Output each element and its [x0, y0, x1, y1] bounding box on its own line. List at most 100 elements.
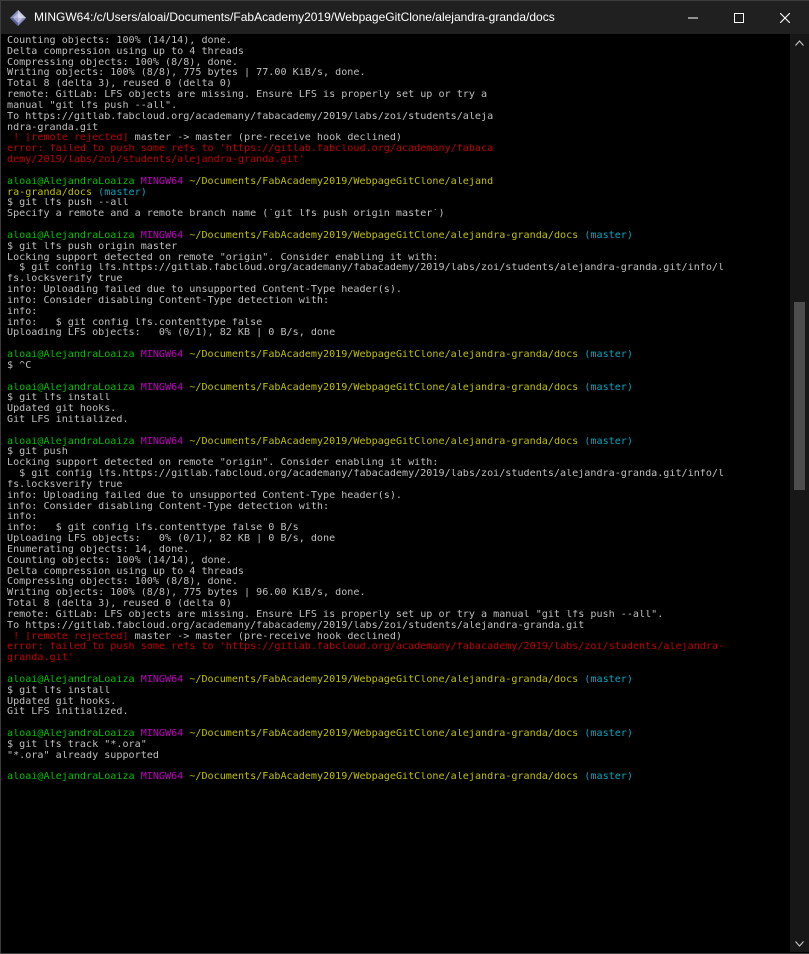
terminal-text: info: Consider disabling Content-Type de…	[7, 295, 330, 306]
terminal-line: aloai@AlejandraLoaiza MINGW64 ~/Document…	[7, 675, 790, 686]
terminal-text: ~/Documents/FabAcademy2019/WebpageGitClo…	[189, 230, 579, 241]
terminal-line: aloai@AlejandraLoaiza MINGW64 ~/Document…	[7, 437, 790, 448]
terminal-line: Delta compression using up to 4 threads	[7, 567, 790, 578]
terminal-line: Git LFS initialized.	[7, 707, 790, 718]
terminal-text: Uploading LFS objects: 0% (0/1), 82 KB |…	[7, 534, 336, 545]
scrollbar-thumb[interactable]	[794, 301, 805, 490]
vertical-scrollbar[interactable]	[790, 34, 809, 952]
terminal-text: info: Consider disabling Content-Type de…	[7, 501, 330, 512]
terminal-text: "*.ora" already supported	[7, 750, 159, 761]
terminal-text: aloai@AlejandraLoaiza	[7, 674, 141, 685]
terminal-line: Counting objects: 100% (14/14), done.	[7, 36, 790, 47]
terminal-text: (master)	[578, 729, 633, 739]
terminal-text: manual "git lfs push --all".	[7, 100, 178, 111]
terminal-line: ! [remote rejected] master -> master (pr…	[7, 133, 790, 144]
terminal-text: Delta compression using up to 4 threads	[7, 46, 245, 57]
terminal-text: Updated git hooks.	[7, 404, 117, 415]
close-icon	[780, 12, 790, 23]
minimize-icon	[688, 17, 698, 18]
terminal-text: aloai@AlejandraLoaiza	[7, 176, 141, 187]
terminal-text: ra-granda/docs	[7, 187, 93, 198]
terminal-text: ~/Documents/FabAcademy2019/WebpageGitClo…	[189, 176, 494, 187]
terminal-line: Locking support detected on remote "orig…	[7, 458, 790, 469]
terminal-line: granda.git'	[7, 653, 790, 664]
terminal-line: Delta compression using up to 4 threads	[7, 47, 790, 58]
terminal-text: To https://gitlab.fabcloud.org/academany…	[7, 111, 494, 122]
terminal-line: Updated git hooks.	[7, 404, 790, 415]
terminal-text: Counting objects: 100% (14/14), done.	[7, 36, 232, 46]
terminal-line: ndra-granda.git	[7, 123, 790, 134]
terminal-text: ~/Documents/FabAcademy2019/WebpageGitClo…	[189, 382, 579, 393]
terminal-text: MINGW64	[140, 176, 190, 187]
terminal-text: Locking support detected on remote "orig…	[7, 458, 439, 469]
terminal-text: aloai@AlejandraLoaiza	[7, 382, 141, 393]
terminal-line: To https://gitlab.fabcloud.org/academany…	[7, 621, 790, 632]
close-button[interactable]	[762, 1, 808, 34]
terminal-text: $ git config lfs.https://gitlab.fabcloud…	[7, 263, 725, 274]
terminal-text: fs.locksverify true	[7, 274, 123, 285]
maximize-button[interactable]	[716, 1, 762, 34]
chevron-down-icon	[795, 940, 804, 947]
terminal-output[interactable]: Counting objects: 100% (14/14), done. Del…	[1, 34, 790, 952]
terminal-line: info: Consider disabling Content-Type de…	[7, 502, 790, 513]
terminal-line: info: Uploading failed due to unsupporte…	[7, 285, 790, 296]
minimize-button[interactable]	[670, 1, 716, 34]
terminal-text: aloai@AlejandraLoaiza	[7, 729, 141, 739]
terminal-line: Total 8 (delta 3), reused 0 (delta 0)	[7, 79, 790, 90]
terminal-line: Compressing objects: 100% (8/8), done.	[7, 577, 790, 588]
terminal-text: Locking support detected on remote "orig…	[7, 252, 439, 263]
terminal-line: remote: GitLab: LFS objects are missing.…	[7, 90, 790, 101]
terminal-text: Specify a remote and a remote branch nam…	[7, 209, 445, 220]
terminal-text: $ git lfs push --all	[7, 198, 129, 209]
terminal-text: remote: GitLab: LFS objects are missing.…	[7, 609, 664, 620]
scroll-up-button[interactable]	[790, 34, 809, 51]
terminal-line: ra-granda/docs (master)	[7, 188, 790, 199]
terminal-line: fs.locksverify true	[7, 274, 790, 285]
terminal-text: (master)	[578, 350, 633, 361]
terminal-text: Compressing objects: 100% (8/8), done.	[7, 577, 238, 588]
terminal-text: Writing objects: 100% (8/8), 775 bytes |…	[7, 68, 366, 79]
terminal-text: $ ^C	[7, 360, 32, 371]
terminal-text: info:	[7, 306, 38, 317]
terminal-text: master -> master (pre-receive hook decli…	[134, 631, 403, 642]
terminal-text: ~/Documents/FabAcademy2019/WebpageGitClo…	[189, 350, 579, 361]
terminal-text: MINGW64	[140, 729, 190, 739]
terminal-text: ~/Documents/FabAcademy2019/WebpageGitClo…	[189, 729, 579, 739]
scroll-down-button[interactable]	[790, 935, 809, 952]
terminal-text: aloai@AlejandraLoaiza	[7, 230, 141, 241]
terminal-text: fs.locksverify true	[7, 479, 123, 490]
terminal-text: $ git push	[7, 447, 68, 458]
terminal-text: info: $ git config lfs.contenttype false	[7, 317, 263, 328]
terminal-text: Delta compression using up to 4 threads	[7, 566, 245, 577]
terminal-text: $ git lfs track "*.ora"	[7, 739, 147, 750]
terminal-line: ! [remote rejected] master -> master (pr…	[7, 632, 790, 643]
title-bar[interactable]: MINGW64:/c/Users/aloai/Documents/FabAcad…	[1, 1, 809, 34]
terminal-text: (master)	[578, 674, 633, 685]
terminal-text: Compressing objects: 100% (8/8), done.	[7, 57, 238, 68]
terminal-line: Compressing objects: 100% (8/8), done.	[7, 58, 790, 69]
terminal-text: info:	[7, 512, 38, 523]
terminal-text: master -> master (pre-receive hook decli…	[134, 133, 403, 144]
terminal-line: aloai@AlejandraLoaiza MINGW64 ~/Document…	[7, 772, 790, 783]
terminal-text: Enumerating objects: 14, done.	[7, 544, 190, 555]
terminal-line: Specify a remote and a remote branch nam…	[7, 209, 790, 220]
terminal-text: error: failed to push some refs to 'http…	[7, 144, 494, 155]
terminal-line: $ ^C	[7, 361, 790, 372]
terminal-line: Updated git hooks.	[7, 697, 790, 708]
git-bash-diamond-icon	[10, 10, 26, 26]
terminal-line: Enumerating objects: 14, done.	[7, 545, 790, 556]
terminal-line: info: Uploading failed due to unsupporte…	[7, 491, 790, 502]
terminal-line: aloai@AlejandraLoaiza MINGW64 ~/Document…	[7, 383, 790, 394]
terminal-line: info: Consider disabling Content-Type de…	[7, 296, 790, 307]
terminal-line: aloai@AlejandraLoaiza MINGW64 ~/Document…	[7, 231, 790, 242]
terminal-text: Uploading LFS objects: 0% (0/1), 82 KB |…	[7, 328, 336, 339]
terminal-text: Total 8 (delta 3), reused 0 (delta 0)	[7, 79, 232, 90]
terminal-line: Counting objects: 100% (14/14), done.	[7, 556, 790, 567]
terminal-line: error: failed to push some refs to 'http…	[7, 144, 790, 155]
terminal-window: MINGW64:/c/Users/aloai/Documents/FabAcad…	[0, 0, 809, 954]
terminal-text: ndra-granda.git	[7, 122, 99, 133]
